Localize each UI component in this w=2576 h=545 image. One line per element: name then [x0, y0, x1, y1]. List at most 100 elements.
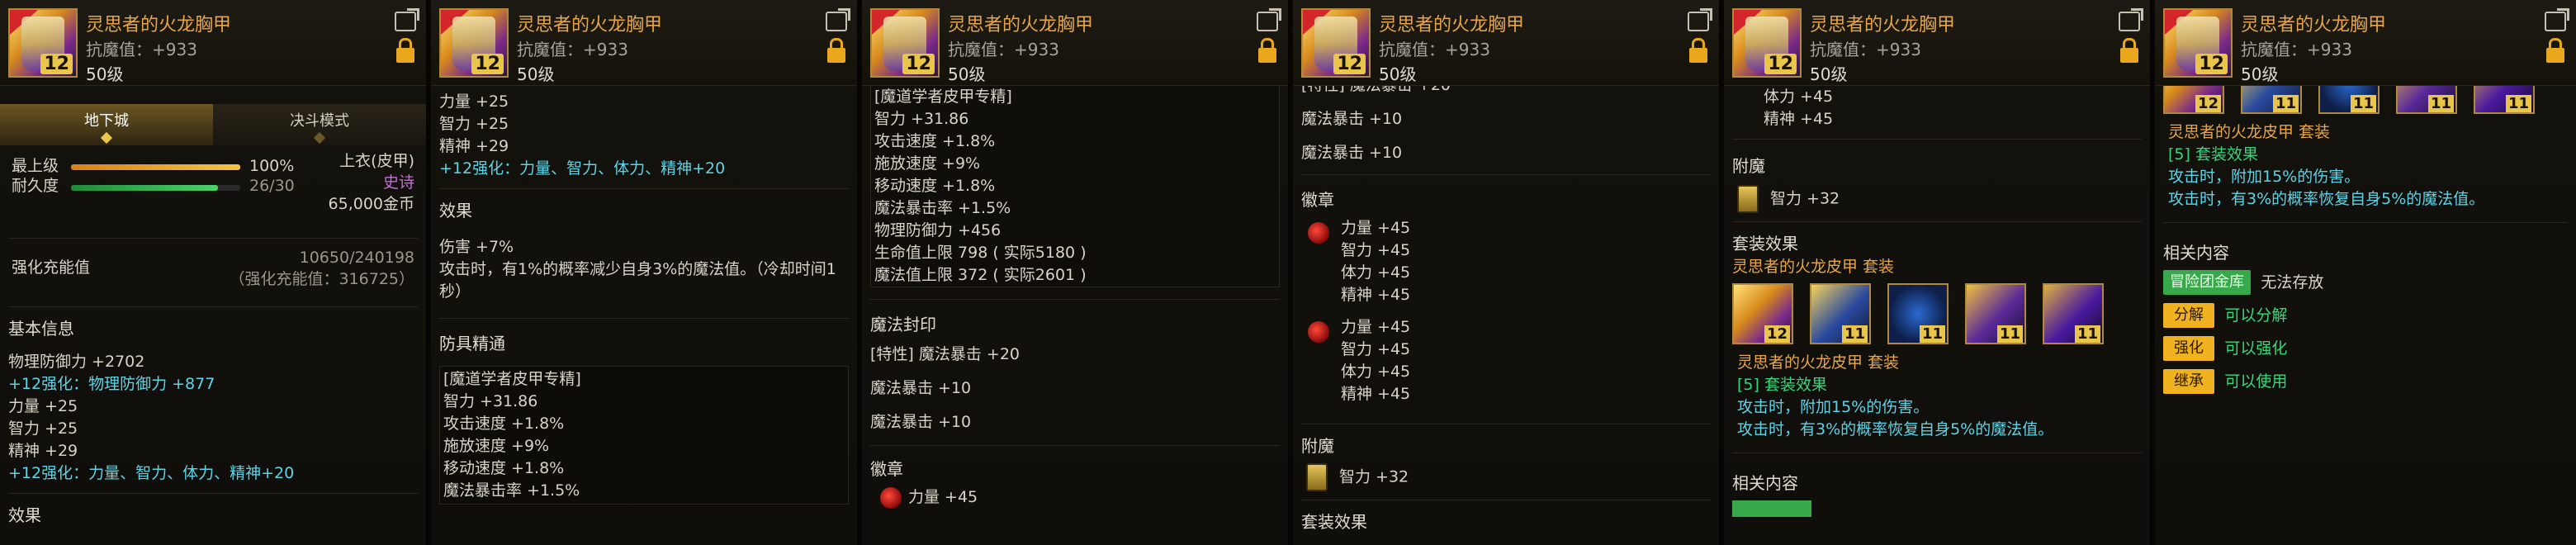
share-icon[interactable] — [826, 8, 850, 31]
set-item-icon[interactable]: 11 — [2043, 283, 2104, 344]
emblem-line: 智力 +45 — [1341, 340, 1411, 358]
set-item-icon[interactable]: 12 — [1732, 283, 1793, 344]
lock-icon[interactable] — [396, 38, 414, 63]
enchant-card-icon — [1306, 463, 1328, 491]
mastery-line: 魔法暴击率 +1.5% — [443, 481, 580, 500]
lock-icon[interactable] — [1258, 38, 1276, 63]
item-header: 12 灵思者的火龙胸甲 抗魔值：+933 50级 — [1724, 0, 2150, 86]
max-level-value: 100% — [249, 157, 295, 175]
set-icons: 12 11 11 11 11 — [1732, 283, 2142, 348]
set-count: [5] 套装效果 — [2168, 145, 2258, 164]
basic-info-title: 基本信息 — [8, 319, 74, 339]
item-icon: 12 — [8, 8, 78, 78]
mastery-line: 攻击速度 +1.8% — [443, 415, 565, 433]
set-effect-line: 攻击时，有3%的概率恢复自身5%的魔法值。 — [1737, 420, 2054, 438]
tab-duel[interactable]: 决斗模式 — [213, 104, 426, 145]
item-header: 12 灵思者的火龙胸甲 抗魔值：+933 50级 — [1293, 0, 1719, 86]
mastery-line: 移动速度 +1.8% — [443, 459, 565, 477]
item-icon: 12 — [439, 8, 509, 78]
stat-line: 力量 +25 — [8, 397, 78, 415]
related-row: 分解 可以分解 — [2163, 303, 2568, 328]
share-icon[interactable] — [2545, 8, 2569, 31]
inherit-button[interactable]: 继承 — [2163, 369, 2214, 394]
lock-icon[interactable] — [2546, 38, 2564, 63]
item-level: 50级 — [1810, 64, 1848, 84]
effect-title: 效果 — [439, 201, 472, 220]
durability-value: 26/30 — [249, 177, 295, 195]
stat-line: 物理防御力 +2702 — [8, 353, 145, 371]
item-icon: 12 — [870, 8, 940, 78]
mode-tabs: 地下城 决斗模式 — [0, 104, 426, 145]
lock-icon[interactable] — [1689, 38, 1707, 63]
enhance-button[interactable]: 强化 — [2163, 336, 2214, 361]
tab-dungeon[interactable]: 地下城 — [0, 104, 213, 145]
mastery-line: 移动速度 +1.8% — [874, 177, 996, 195]
emblem-line: 精神 +45 — [1764, 110, 1834, 128]
stat-line: 智力 +25 — [439, 115, 509, 133]
item-icon: 12 — [1732, 8, 1802, 78]
emblem-icon — [1308, 321, 1329, 343]
mastery-line: [魔道学者皮甲专精] — [874, 88, 1012, 106]
emblem-icon — [1308, 222, 1329, 244]
related-status: 无法存放 — [2261, 272, 2324, 291]
enchant-card-icon — [1737, 185, 1759, 213]
related-status: 可以使用 — [2224, 372, 2288, 391]
magic-resist: 抗魔值：+933 — [517, 40, 628, 59]
emblem-line: 体力 +45 — [1764, 88, 1834, 106]
mastery-line: 施放速度 +9% — [443, 437, 550, 455]
mastery-line: 魔法暴击率 +1.5% — [874, 199, 1011, 217]
seal-line: 魔法暴击 +10 — [870, 413, 972, 431]
vault-button[interactable]: 冒险团金库 — [2163, 270, 2251, 295]
emblem-line: 力量 +45 — [1341, 318, 1411, 336]
item-header: 12 灵思者的火龙胸甲 抗魔值：+933 50级 — [2155, 0, 2576, 86]
mastery-line: 攻击速度 +1.8% — [874, 132, 996, 150]
item-level: 50级 — [1379, 64, 1417, 84]
seal-line: 魔法暴击 +10 — [1301, 110, 1403, 128]
durability-label: 耐久度 — [12, 177, 59, 195]
item-name: 灵思者的火龙胸甲 — [1810, 15, 1956, 36]
stat-line: 精神 +29 — [8, 442, 78, 460]
max-level-bar — [71, 164, 240, 170]
share-icon[interactable] — [395, 8, 419, 31]
mastery-line: 智力 +31.86 — [874, 110, 969, 128]
magic-resist: 抗魔值：+933 — [948, 40, 1059, 59]
set-item-icon[interactable]: 11 — [1965, 283, 2026, 344]
charge-label: 强化充能值 — [12, 258, 91, 277]
magic-resist: 抗魔值：+933 — [86, 40, 197, 59]
disassemble-button[interactable]: 分解 — [2163, 303, 2214, 328]
share-icon[interactable] — [1688, 8, 1712, 31]
vault-button-partial[interactable] — [1732, 500, 1811, 517]
set-item-icon[interactable]: 11 — [1810, 283, 1871, 344]
emblem-line: 体力 +45 — [1341, 363, 1411, 381]
share-icon[interactable] — [1257, 8, 1281, 31]
stat-line: +12强化：物理防御力 +877 — [8, 375, 215, 393]
item-name: 灵思者的火龙胸甲 — [517, 15, 663, 36]
mastery-box: [魔道学者皮甲专精] 智力 +31.86 攻击速度 +1.8% 施放速度 +9%… — [870, 86, 1280, 287]
item-level: 50级 — [948, 64, 986, 84]
charge-note: （强化充能值：316725） — [229, 270, 414, 288]
lock-icon[interactable] — [827, 38, 845, 63]
lock-icon[interactable] — [2120, 38, 2138, 63]
max-level-label: 最上级 — [12, 157, 59, 175]
set-item-icon[interactable]: 11 — [1887, 283, 1949, 344]
item-level: 50级 — [517, 64, 555, 84]
related-status: 可以分解 — [2224, 306, 2288, 325]
magic-resist: 抗魔值：+933 — [1379, 40, 1490, 59]
set-name: 灵思者的火龙皮甲 套装 — [1732, 258, 1895, 276]
seal-line: [特性] 魔法暴击 +20 — [870, 345, 1020, 363]
stat-line: 智力 +25 — [8, 419, 78, 438]
item-header: 12 灵思者的火龙胸甲 抗魔值：+933 50级 — [431, 0, 857, 86]
rarity: 史诗 — [382, 173, 414, 192]
item-name: 灵思者的火龙胸甲 — [948, 15, 1094, 36]
tooltip-panel-2: 12 灵思者的火龙胸甲 抗魔值：+933 50级 力量 +25 智力 +25 精… — [431, 0, 859, 545]
magic-resist: 抗魔值：+933 — [2241, 40, 2352, 59]
related-list: 冒险团金库 无法存放 分解 可以分解 强化 可以强化 继承 可以使用 — [2163, 270, 2568, 394]
enchant-title: 附魔 — [1301, 436, 1334, 456]
emblem-icon — [880, 486, 902, 509]
emblem-line: 精神 +45 — [1341, 286, 1411, 304]
emblem-list: 力量 +45 智力 +45 体力 +45 精神 +45 力量 +45 智力 +4… — [1301, 217, 1711, 415]
effect-line: 秒） — [439, 282, 471, 301]
related-status: 可以强化 — [2224, 339, 2288, 358]
share-icon[interactable] — [2119, 8, 2143, 31]
mastery-line: 物理防御力 +456 — [874, 221, 1002, 239]
